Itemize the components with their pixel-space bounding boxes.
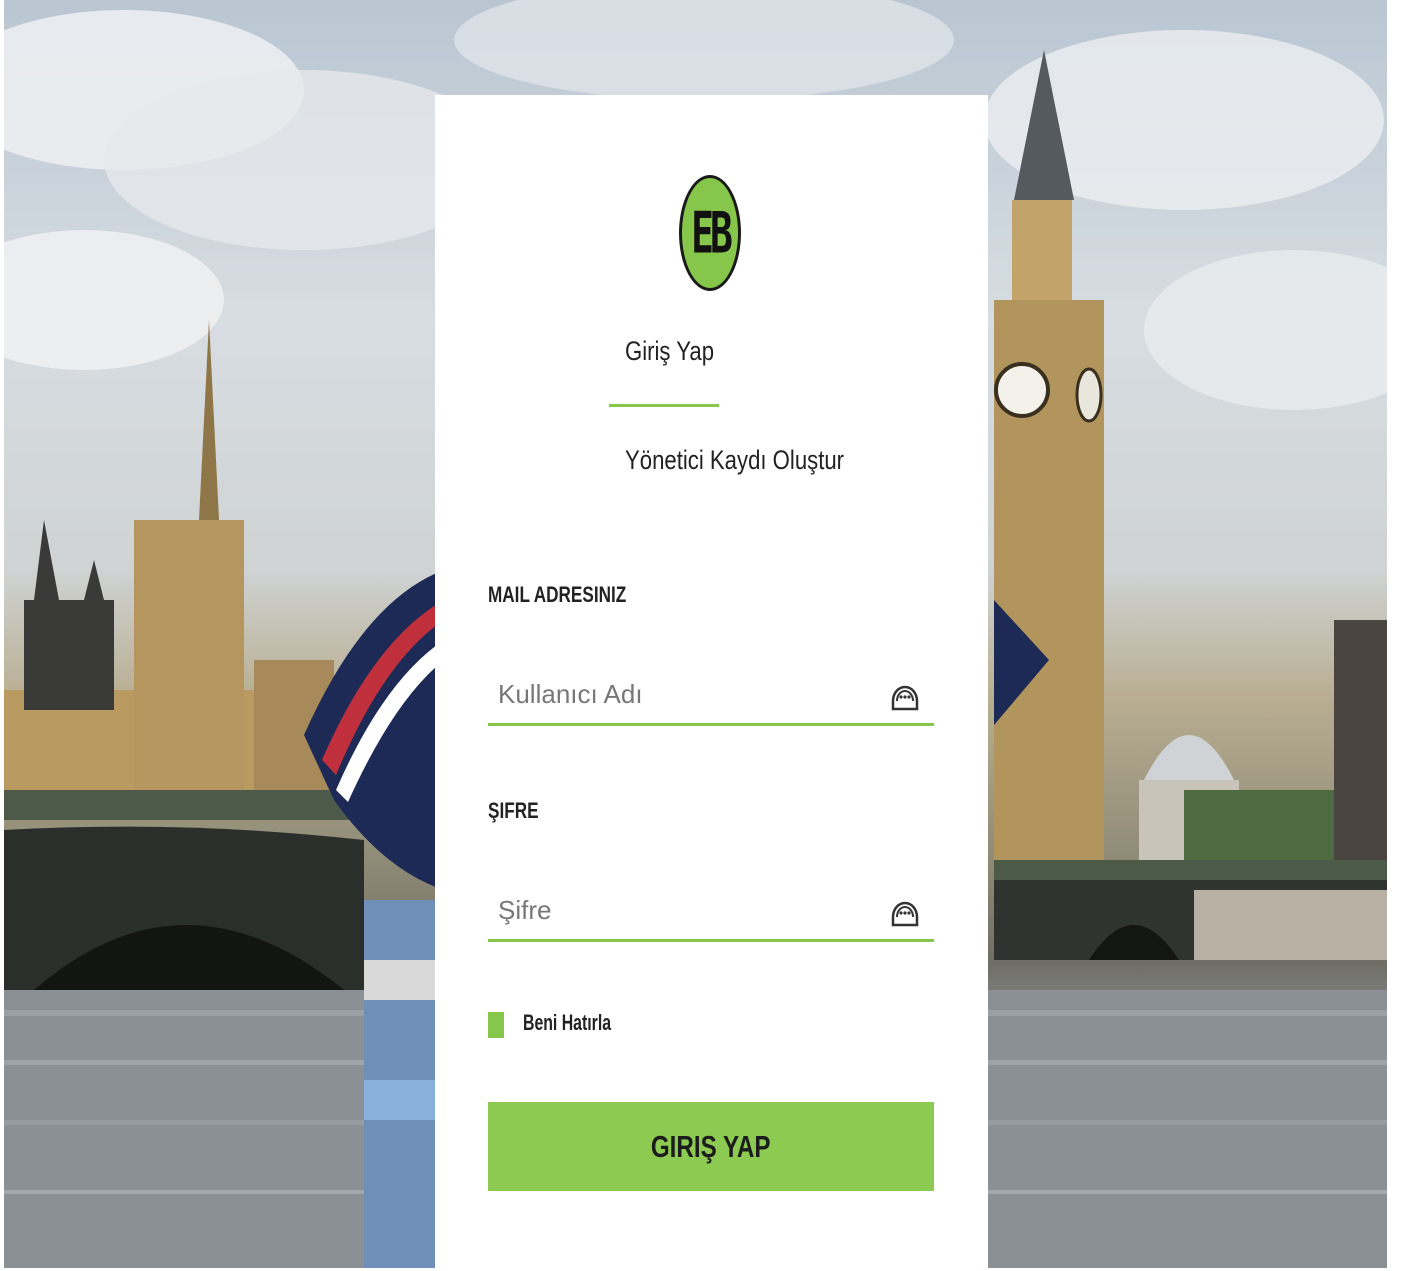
password-label: ŞIFRE xyxy=(488,798,539,823)
brand-logo: EB xyxy=(679,175,741,291)
remember-label: Beni Hatırla xyxy=(523,1010,612,1035)
active-tab-indicator xyxy=(609,404,719,407)
lock-icon xyxy=(891,901,919,927)
email-field-wrapper xyxy=(488,665,934,726)
login-submit-label: GIRIŞ YAP xyxy=(651,1128,771,1164)
login-card: EB Giriş Yap Yönetici Kaydı Oluştur MAIL… xyxy=(435,95,988,1271)
remember-checkbox[interactable] xyxy=(488,1012,504,1038)
password-input[interactable] xyxy=(496,891,880,929)
user-icon xyxy=(891,685,919,711)
login-submit-button[interactable]: GIRIŞ YAP xyxy=(488,1102,934,1191)
brand-logo-text: EB xyxy=(691,200,733,266)
password-field-wrapper xyxy=(488,881,934,942)
email-input[interactable] xyxy=(496,675,880,713)
tab-login[interactable]: Giriş Yap xyxy=(625,336,714,367)
email-label: MAIL ADRESINIZ xyxy=(488,582,627,607)
tab-register[interactable]: Yönetici Kaydı Oluştur xyxy=(625,445,844,476)
